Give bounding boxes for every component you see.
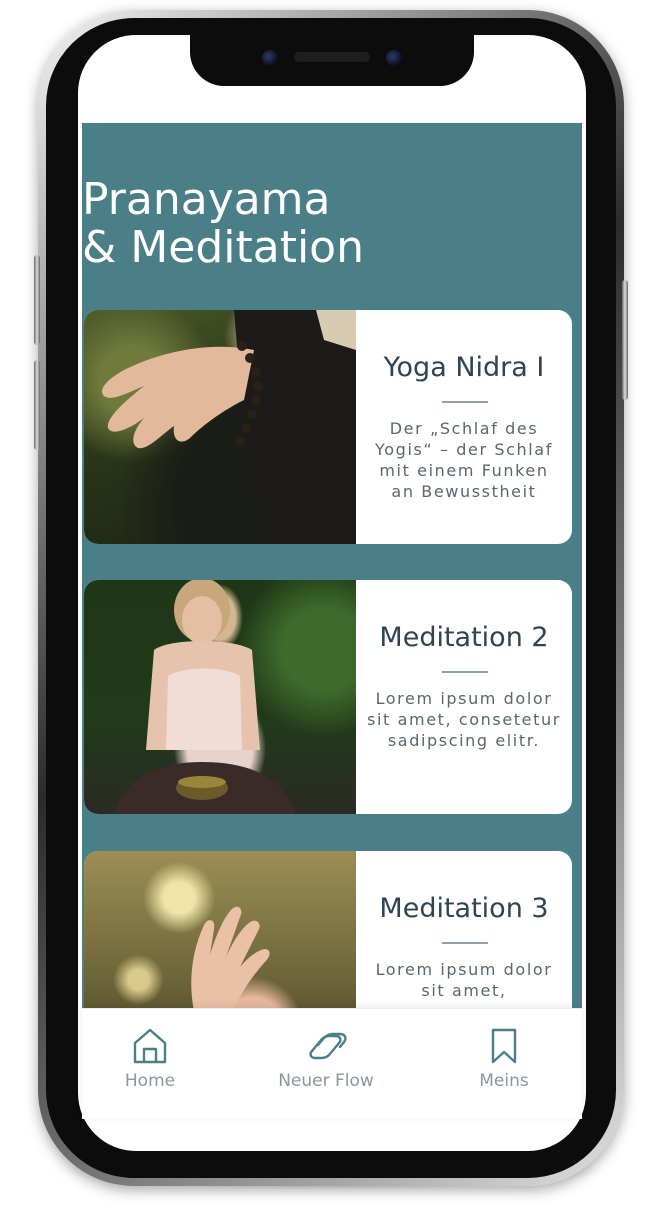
page-title-line-2: & Meditation xyxy=(82,222,364,273)
page-title: Pranayama & Meditation xyxy=(82,176,482,272)
card-image-meditating-hand xyxy=(84,310,356,544)
card-title: Meditation 3 xyxy=(379,893,549,924)
nav-mine[interactable]: Meins xyxy=(434,1027,574,1091)
card-divider xyxy=(442,671,488,673)
card-title: Meditation 2 xyxy=(379,622,549,653)
card-title: Yoga Nidra I xyxy=(383,352,545,383)
bookmark-icon xyxy=(491,1028,517,1064)
card-divider xyxy=(442,942,488,944)
nav-new-flow-label: Neuer Flow xyxy=(278,1071,374,1091)
card-description: Lorem ipsum dolor sit amet, consetetur s… xyxy=(367,689,561,750)
session-card-yoga-nidra[interactable]: Yoga Nidra I Der „Schlaf des Yogis“ – de… xyxy=(84,310,572,544)
volume-button xyxy=(34,360,40,450)
earpiece-speaker xyxy=(294,52,370,62)
bottom-navigation-bar: Home Neuer Flow Meins xyxy=(82,1008,582,1119)
mute-switch xyxy=(34,255,40,345)
card-description: Lorem ipsum dolor sit amet, xyxy=(375,960,553,1000)
card-text-panel: Meditation 2 Lorem ipsum dolor sit amet,… xyxy=(356,580,572,814)
nav-home-label: Home xyxy=(124,1071,176,1091)
neuer-flow-icon xyxy=(309,1032,347,1060)
front-camera-icon xyxy=(262,50,278,66)
card-image-woman-singing-bowl xyxy=(84,580,356,814)
session-card-meditation-2[interactable]: Meditation 2 Lorem ipsum dolor sit amet,… xyxy=(84,580,572,814)
sensor-icon xyxy=(386,50,402,66)
page-title-line-1: Pranayama xyxy=(82,174,331,225)
woman-meditating-image xyxy=(114,580,296,814)
card-divider xyxy=(442,401,488,403)
nav-new-flow[interactable]: Neuer Flow xyxy=(256,1027,396,1091)
home-icon xyxy=(133,1028,167,1064)
card-description: Der „Schlaf des Yogis“ – der Schlaf mit … xyxy=(375,419,553,501)
power-button xyxy=(622,280,628,400)
card-text-panel: Yoga Nidra I Der „Schlaf des Yogis“ – de… xyxy=(356,310,572,544)
meditation-hand-image xyxy=(102,310,356,544)
nav-mine-label: Meins xyxy=(479,1071,529,1091)
nav-home[interactable]: Home xyxy=(80,1027,220,1091)
phone-notch xyxy=(190,28,474,86)
